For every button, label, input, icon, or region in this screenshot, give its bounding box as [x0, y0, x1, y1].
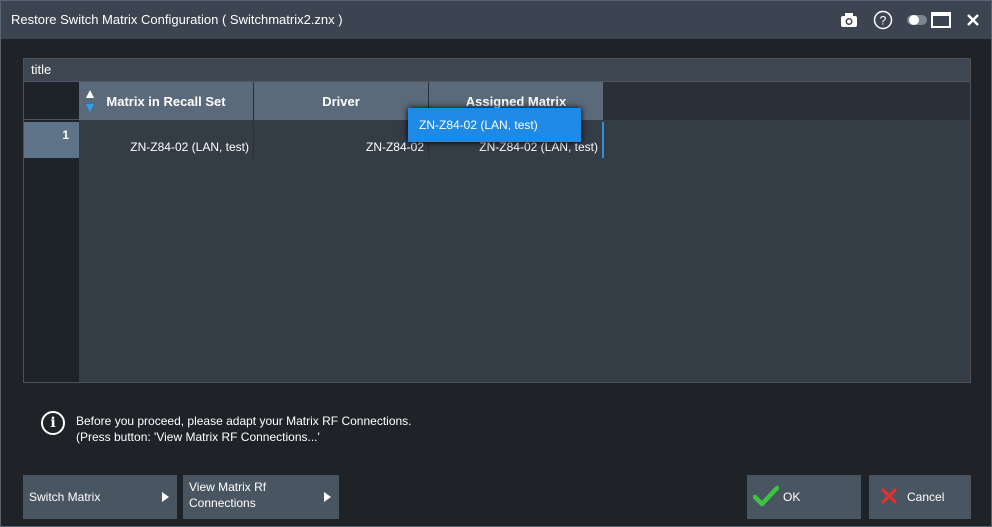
- cell-matrix-in-recall-set[interactable]: ZN-Z84-02 (LAN, test): [79, 122, 254, 158]
- restore-dialog: Restore Switch Matrix Configuration ( Sw…: [0, 0, 992, 527]
- column-header-label: Matrix in Recall Set: [106, 93, 226, 109]
- help-icon[interactable]: ?: [871, 8, 895, 32]
- close-icon[interactable]: [961, 8, 985, 32]
- arrow-right-icon: [162, 492, 169, 502]
- info-line-1: Before you proceed, please adapt your Ma…: [76, 414, 412, 428]
- toggle-icon[interactable]: [905, 8, 929, 32]
- column-header-label: Assigned Matrix: [465, 93, 567, 109]
- cancel-label: Cancel: [907, 490, 945, 504]
- column-header-filler: [604, 82, 970, 120]
- cancel-button[interactable]: Cancel: [869, 475, 971, 519]
- maximize-icon[interactable]: [929, 8, 953, 32]
- info-line-2: (Press button: 'View Matrix RF Connectio…: [76, 430, 320, 444]
- checkmark-icon: [753, 485, 779, 507]
- camera-icon[interactable]: [837, 8, 861, 32]
- assignment-panel: title Matrix in Recall Set Driver Assign…: [23, 58, 971, 383]
- view-connections-label-line1: View Matrix Rf: [189, 480, 267, 494]
- cell-driver[interactable]: ZN-Z84-02: [254, 122, 429, 158]
- info-message: Before you proceed, please adapt your Ma…: [76, 413, 412, 445]
- column-header-matrix-in-recall-set[interactable]: Matrix in Recall Set: [79, 82, 254, 120]
- ok-button[interactable]: OK: [747, 475, 861, 519]
- assigned-matrix-dropdown-option[interactable]: ZN-Z84-02 (LAN, test): [408, 108, 581, 142]
- window-title: Restore Switch Matrix Configuration ( Sw…: [11, 12, 343, 27]
- svg-text:?: ?: [880, 14, 887, 28]
- arrow-right-icon: [324, 492, 331, 502]
- column-header-label: Driver: [322, 93, 360, 109]
- view-connections-label-line2: Connections: [189, 496, 256, 510]
- table-corner: [24, 82, 79, 120]
- column-header-driver[interactable]: Driver: [254, 82, 429, 120]
- view-matrix-rf-connections-button[interactable]: View Matrix Rf Connections: [183, 475, 339, 519]
- ok-label: OK: [783, 490, 801, 504]
- info-icon: i: [41, 411, 65, 435]
- cross-icon: [881, 488, 897, 504]
- switch-matrix-button[interactable]: Switch Matrix: [23, 475, 177, 519]
- row-number[interactable]: 1: [24, 122, 79, 158]
- sort-icon: [86, 90, 94, 112]
- view-connections-label: View Matrix Rf Connections: [189, 479, 266, 511]
- title-bar: Restore Switch Matrix Configuration ( Sw…: [1, 1, 991, 39]
- panel-title: title: [24, 59, 970, 82]
- switch-matrix-label: Switch Matrix: [29, 490, 101, 504]
